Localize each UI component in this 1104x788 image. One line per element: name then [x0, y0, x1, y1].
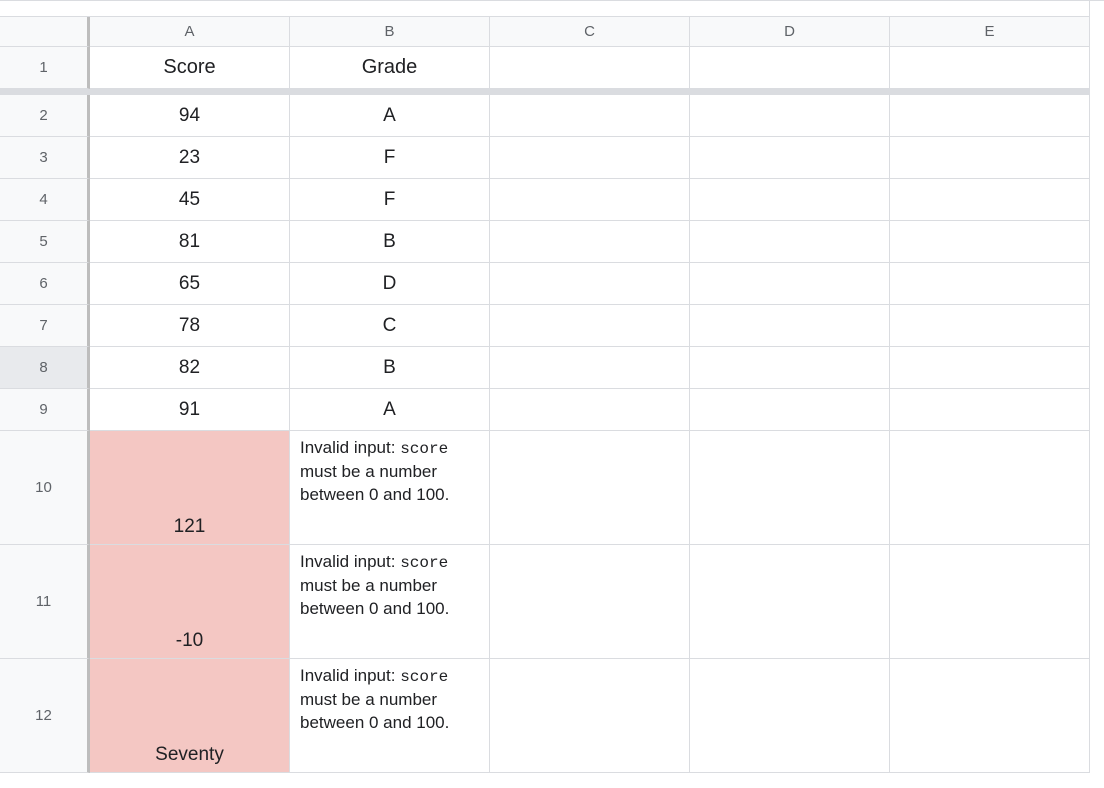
cell-B6[interactable]: D: [290, 263, 490, 305]
error-text: Invalid input: score must be a number be…: [300, 437, 479, 506]
top-edge: [0, 1, 1090, 17]
error-text: Invalid input: score must be a number be…: [300, 551, 479, 620]
cell-B12[interactable]: Invalid input: score must be a number be…: [290, 659, 490, 773]
cell-A6[interactable]: 65: [90, 263, 290, 305]
col-header-C[interactable]: C: [490, 17, 690, 47]
cell-B2[interactable]: A: [290, 95, 490, 137]
row-header-4[interactable]: 4: [0, 179, 90, 221]
cell-E11[interactable]: [890, 545, 1090, 659]
cell-E10[interactable]: [890, 431, 1090, 545]
cell-A11[interactable]: -10: [90, 545, 290, 659]
cell-D3[interactable]: [690, 137, 890, 179]
col-header-E[interactable]: E: [890, 17, 1090, 47]
row-header-8[interactable]: 8: [0, 347, 90, 389]
cell-E2[interactable]: [890, 95, 1090, 137]
cell-E8[interactable]: [890, 347, 1090, 389]
cell-B1[interactable]: Grade: [290, 47, 490, 89]
col-header-D[interactable]: D: [690, 17, 890, 47]
row-header-10[interactable]: 10: [0, 431, 90, 545]
col-header-A[interactable]: A: [90, 17, 290, 47]
row-header-2[interactable]: 2: [0, 95, 90, 137]
cell-D6[interactable]: [690, 263, 890, 305]
row-header-1[interactable]: 1: [0, 47, 90, 89]
cell-D7[interactable]: [690, 305, 890, 347]
cell-C7[interactable]: [490, 305, 690, 347]
cell-D5[interactable]: [690, 221, 890, 263]
cell-B8[interactable]: B: [290, 347, 490, 389]
cell-A2[interactable]: 94: [90, 95, 290, 137]
cell-E3[interactable]: [890, 137, 1090, 179]
cell-E4[interactable]: [890, 179, 1090, 221]
cell-E12[interactable]: [890, 659, 1090, 773]
cell-B10[interactable]: Invalid input: score must be a number be…: [290, 431, 490, 545]
cell-E1[interactable]: [890, 47, 1090, 89]
error-text: Invalid input: score must be a number be…: [300, 665, 479, 734]
cell-C2[interactable]: [490, 95, 690, 137]
cell-C9[interactable]: [490, 389, 690, 431]
row-header-3[interactable]: 3: [0, 137, 90, 179]
row-header-6[interactable]: 6: [0, 263, 90, 305]
col-header-B[interactable]: B: [290, 17, 490, 47]
cell-A3[interactable]: 23: [90, 137, 290, 179]
cell-D10[interactable]: [690, 431, 890, 545]
cell-D9[interactable]: [690, 389, 890, 431]
cell-E7[interactable]: [890, 305, 1090, 347]
cell-C8[interactable]: [490, 347, 690, 389]
cell-D4[interactable]: [690, 179, 890, 221]
cell-C4[interactable]: [490, 179, 690, 221]
cell-D2[interactable]: [690, 95, 890, 137]
cell-D1[interactable]: [690, 47, 890, 89]
cell-B3[interactable]: F: [290, 137, 490, 179]
cell-A8[interactable]: 82: [90, 347, 290, 389]
cell-C3[interactable]: [490, 137, 690, 179]
cell-C5[interactable]: [490, 221, 690, 263]
row-header-12[interactable]: 12: [0, 659, 90, 773]
cell-A9[interactable]: 91: [90, 389, 290, 431]
cell-C6[interactable]: [490, 263, 690, 305]
cell-D12[interactable]: [690, 659, 890, 773]
cell-A12[interactable]: Seventy: [90, 659, 290, 773]
cell-A1[interactable]: Score: [90, 47, 290, 89]
row-header-9[interactable]: 9: [0, 389, 90, 431]
cell-C10[interactable]: [490, 431, 690, 545]
cell-C1[interactable]: [490, 47, 690, 89]
select-all-corner[interactable]: [0, 17, 90, 47]
cell-B7[interactable]: C: [290, 305, 490, 347]
cell-D11[interactable]: [690, 545, 890, 659]
spreadsheet-grid: A B C D E 1 Score Grade 2 94 A 3 23 F 4 …: [0, 0, 1104, 773]
cell-A5[interactable]: 81: [90, 221, 290, 263]
cell-C12[interactable]: [490, 659, 690, 773]
cell-E5[interactable]: [890, 221, 1090, 263]
cell-A4[interactable]: 45: [90, 179, 290, 221]
row-header-5[interactable]: 5: [0, 221, 90, 263]
cell-E6[interactable]: [890, 263, 1090, 305]
cell-E9[interactable]: [890, 389, 1090, 431]
cell-B4[interactable]: F: [290, 179, 490, 221]
cell-C11[interactable]: [490, 545, 690, 659]
cell-A7[interactable]: 78: [90, 305, 290, 347]
cell-A10[interactable]: 121: [90, 431, 290, 545]
row-header-11[interactable]: 11: [0, 545, 90, 659]
row-header-7[interactable]: 7: [0, 305, 90, 347]
cell-B9[interactable]: A: [290, 389, 490, 431]
cell-D8[interactable]: [690, 347, 890, 389]
cell-B11[interactable]: Invalid input: score must be a number be…: [290, 545, 490, 659]
cell-B5[interactable]: B: [290, 221, 490, 263]
